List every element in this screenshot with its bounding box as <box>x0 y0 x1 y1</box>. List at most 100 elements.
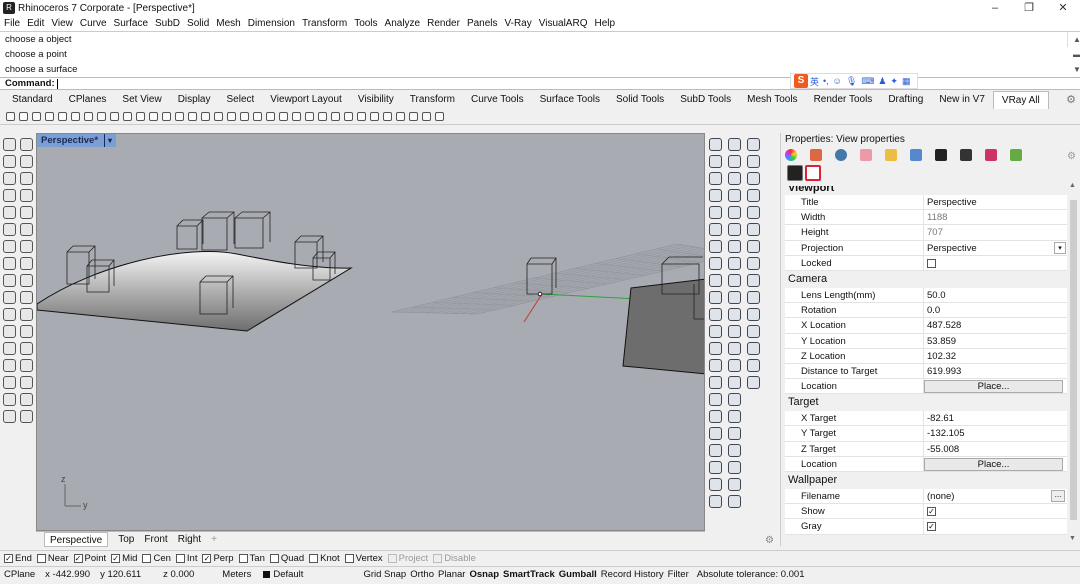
tab-visibility[interactable]: Visibility <box>350 91 402 109</box>
tool-icon[interactable] <box>3 274 16 287</box>
property-value[interactable]: ✓ <box>923 519 1067 534</box>
tool-icon[interactable] <box>709 376 722 389</box>
vray-tool-icon[interactable] <box>214 112 223 121</box>
tool-icon[interactable] <box>728 138 741 151</box>
tool-icon[interactable] <box>20 257 33 270</box>
tab-front[interactable]: Front <box>144 534 167 545</box>
property-value[interactable]: (none)... <box>923 489 1067 504</box>
tool-icon[interactable] <box>20 359 33 372</box>
vray-tool-icon[interactable] <box>149 112 158 121</box>
material-icon[interactable] <box>810 149 822 161</box>
tool-icon[interactable] <box>728 291 741 304</box>
vray-tool-icon[interactable] <box>344 112 353 121</box>
tool-icon[interactable] <box>728 444 741 457</box>
osnap-checkbox[interactable] <box>344 553 354 563</box>
tool-icon[interactable] <box>747 138 760 151</box>
tool-icon[interactable] <box>20 206 33 219</box>
vray-tool-icon[interactable] <box>97 112 106 121</box>
tab-mesh-tools[interactable]: Mesh Tools <box>739 91 805 109</box>
tool-icon[interactable] <box>747 189 760 202</box>
tool-icon[interactable] <box>728 308 741 321</box>
menu-help[interactable]: Help <box>594 18 615 29</box>
osnap-checkbox[interactable]: ✓ <box>202 553 212 563</box>
vray-tool-icon[interactable] <box>175 112 184 121</box>
scroll-thumb[interactable] <box>1070 200 1077 520</box>
vray-tool-icon[interactable] <box>6 112 15 121</box>
osnap-checkbox[interactable] <box>36 553 46 563</box>
scroll-up-icon[interactable]: ▲ <box>1073 32 1080 47</box>
property-value[interactable]: -55.008 <box>923 441 1067 456</box>
place-button[interactable]: Place... <box>924 380 1063 394</box>
vray-tool-icon[interactable] <box>201 112 210 121</box>
status-toggle-record-history[interactable]: Record History <box>601 569 664 580</box>
tool-icon[interactable] <box>747 223 760 236</box>
property-value[interactable]: Perspective <box>923 195 1067 210</box>
tool-icon[interactable] <box>20 376 33 389</box>
tool-icon[interactable] <box>20 138 33 151</box>
view-camera-icon[interactable] <box>787 165 803 181</box>
ime-language[interactable]: 英 <box>810 75 819 88</box>
property-value[interactable]: ✓ <box>923 504 1067 519</box>
tool-icon[interactable] <box>709 138 722 151</box>
folder-icon[interactable] <box>885 149 897 161</box>
tool-icon[interactable] <box>20 410 33 423</box>
tool-icon[interactable] <box>728 359 741 372</box>
menu-dimension[interactable]: Dimension <box>248 18 295 29</box>
osnap-checkbox[interactable]: ✓ <box>73 553 83 563</box>
tool-icon[interactable] <box>709 342 722 355</box>
tool-icon[interactable] <box>709 223 722 236</box>
properties-scrollbar[interactable]: ▲ ▼ <box>1069 182 1078 542</box>
property-value[interactable]: 487.528 <box>923 318 1067 333</box>
vray-tool-icon[interactable] <box>240 112 249 121</box>
tool-icon[interactable] <box>728 274 741 287</box>
tool-icon[interactable] <box>20 308 33 321</box>
tool-icon[interactable] <box>728 325 741 338</box>
status-toggle-ortho[interactable]: Ortho <box>410 569 434 580</box>
tab-display[interactable]: Display <box>170 91 219 109</box>
locked-checkbox[interactable] <box>927 258 936 268</box>
vray-tool-icon[interactable] <box>227 112 236 121</box>
tab-solid-tools[interactable]: Solid Tools <box>608 91 672 109</box>
vray-tool-icon[interactable] <box>331 112 340 121</box>
tool-icon[interactable] <box>3 342 16 355</box>
tab-cplanes[interactable]: CPlanes <box>61 91 115 109</box>
vray-tool-icon[interactable] <box>409 112 418 121</box>
tool-icon[interactable] <box>20 240 33 253</box>
tool-icon[interactable] <box>20 189 33 202</box>
property-value[interactable]: 53.859 <box>923 333 1067 348</box>
scroll-down-icon[interactable]: ▼ <box>1073 62 1080 77</box>
tool-icon[interactable] <box>728 223 741 236</box>
menu-analyze[interactable]: Analyze <box>385 18 421 29</box>
property-value[interactable]: 619.993 <box>923 363 1067 379</box>
layers-icon[interactable] <box>1010 149 1022 161</box>
menu-transform[interactable]: Transform <box>302 18 347 29</box>
cplane-label[interactable]: CPlane <box>4 569 35 580</box>
osnap-checkbox[interactable]: ✓ <box>4 553 13 563</box>
tool-icon[interactable] <box>3 138 16 151</box>
tool-icon[interactable] <box>20 274 33 287</box>
status-toggle-smarttrack[interactable]: SmartTrack <box>503 569 555 580</box>
tab-subd-tools[interactable]: SubD Tools <box>672 91 739 109</box>
osnap-checkbox[interactable]: ✓ <box>111 553 121 563</box>
tool-icon[interactable] <box>3 291 16 304</box>
tool-icon[interactable] <box>709 172 722 185</box>
maximize-button[interactable]: ❐ <box>1012 0 1046 16</box>
vray-tool-icon[interactable] <box>422 112 431 121</box>
tool-icon[interactable] <box>3 155 16 168</box>
ime-punct-icon[interactable]: •, <box>823 76 829 86</box>
property-value[interactable]: -82.61 <box>923 411 1067 426</box>
tool-icon[interactable] <box>3 223 16 236</box>
osnap-checkbox[interactable] <box>269 553 279 563</box>
tool-icon[interactable] <box>728 478 741 491</box>
tool-icon[interactable] <box>3 393 16 406</box>
osnap-end[interactable]: ✓ End <box>4 553 32 564</box>
tool-icon[interactable] <box>709 155 722 168</box>
tab-right[interactable]: Right <box>178 534 201 545</box>
picture-icon[interactable] <box>910 149 922 161</box>
tool-icon[interactable] <box>709 410 722 423</box>
osnap-perp[interactable]: ✓ Perp <box>202 553 234 564</box>
tool-icon[interactable] <box>20 223 33 236</box>
tool-icon[interactable] <box>20 155 33 168</box>
vray-tool-icon[interactable] <box>266 112 275 121</box>
tool-icon[interactable] <box>3 172 16 185</box>
